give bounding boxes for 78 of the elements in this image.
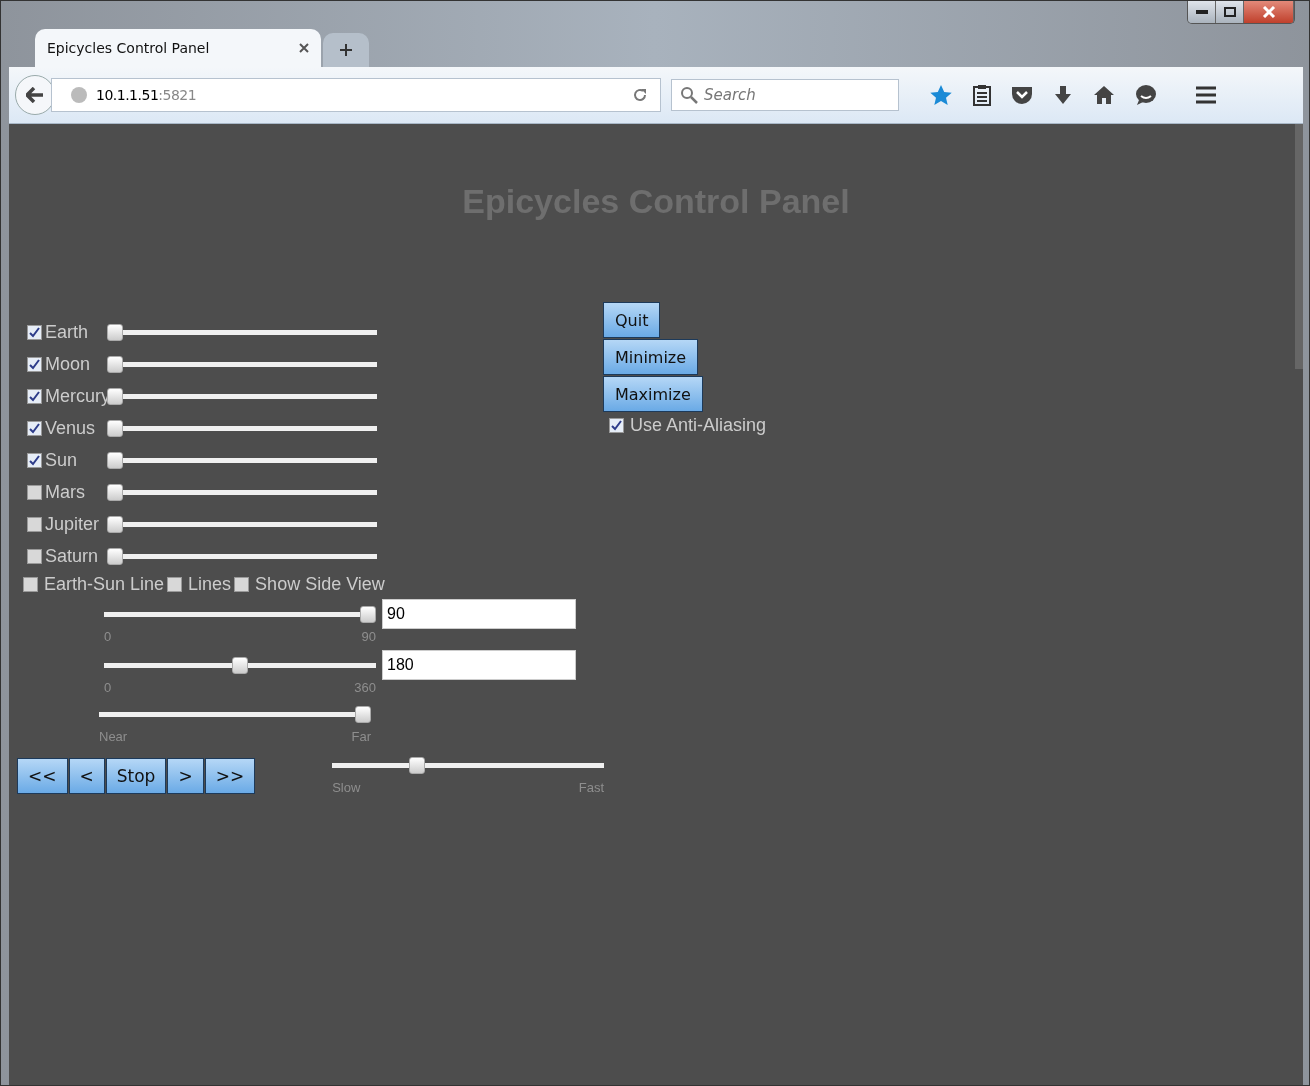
checkbox[interactable] xyxy=(27,484,42,500)
option-label: Earth-Sun Line xyxy=(44,574,165,595)
range-max-label: Far xyxy=(351,729,371,744)
checkbox[interactable] xyxy=(27,452,42,468)
download-icon[interactable] xyxy=(1053,85,1073,105)
slider-thumb[interactable] xyxy=(107,387,123,405)
star-icon[interactable] xyxy=(929,84,953,106)
planet-label: Mars xyxy=(45,481,86,503)
new-tab-button[interactable] xyxy=(323,33,369,67)
close-window-button[interactable] xyxy=(1244,1,1294,23)
chat-icon[interactable] xyxy=(1135,84,1157,106)
slider-thumb[interactable] xyxy=(107,547,123,565)
option-label: Use Anti-Aliasing xyxy=(630,415,767,436)
slider-thumb[interactable] xyxy=(408,756,425,774)
planet-label: Sun xyxy=(45,449,79,471)
clipboard-icon[interactable] xyxy=(973,84,991,106)
speed-max-label: Fast xyxy=(578,780,605,795)
speed-min-label: Slow xyxy=(332,780,361,795)
close-icon[interactable] xyxy=(299,43,309,53)
option-label: Lines xyxy=(188,574,232,595)
menu-icon[interactable] xyxy=(1195,86,1217,104)
playback-button[interactable]: >> xyxy=(204,758,256,794)
window-button[interactable]: Quit xyxy=(603,302,661,338)
url-text: 10.1.1.51:5821 xyxy=(96,87,198,103)
planet-label: Earth xyxy=(45,321,90,343)
value-field[interactable]: 180 xyxy=(382,650,576,680)
slider-thumb[interactable] xyxy=(355,705,371,723)
search-field[interactable]: Search xyxy=(671,79,899,111)
search-icon xyxy=(680,86,698,104)
back-arrow-icon xyxy=(26,87,44,103)
option-label: Show Side View xyxy=(255,574,385,595)
checkbox[interactable] xyxy=(23,577,38,592)
slider-thumb[interactable] xyxy=(107,355,123,373)
home-icon[interactable] xyxy=(1093,85,1115,105)
checkbox[interactable] xyxy=(27,516,42,532)
checkbox[interactable] xyxy=(167,577,183,592)
minimize-window-button[interactable] xyxy=(1188,1,1216,23)
slider-thumb[interactable] xyxy=(107,451,123,469)
value-field[interactable]: 90 xyxy=(382,599,576,629)
planet-label: Venus xyxy=(45,417,97,439)
window-button[interactable]: Minimize xyxy=(603,339,699,375)
range-max-label: 90 xyxy=(361,629,376,644)
slider-thumb[interactable] xyxy=(232,656,248,674)
range-min-label: 0 xyxy=(104,680,112,695)
playback-button[interactable]: < xyxy=(68,758,105,794)
slider-thumb[interactable] xyxy=(360,605,376,623)
checkbox[interactable] xyxy=(27,324,42,340)
checkbox[interactable] xyxy=(27,388,42,404)
maximize-icon xyxy=(1223,7,1236,17)
checkbox[interactable] xyxy=(27,356,42,372)
plus-icon xyxy=(339,43,353,57)
pocket-icon[interactable] xyxy=(1011,85,1033,105)
browser-tab[interactable]: Epicycles Control Panel xyxy=(35,29,321,67)
checkbox[interactable] xyxy=(27,420,42,436)
playback-button[interactable]: << xyxy=(17,758,68,794)
range-max-label: 360 xyxy=(354,680,376,695)
checkbox[interactable] xyxy=(234,577,250,592)
slider-thumb[interactable] xyxy=(107,515,123,533)
playback-button[interactable]: Stop xyxy=(105,758,167,794)
slider-thumb[interactable] xyxy=(107,323,123,341)
address-bar[interactable]: 10.1.1.51:5821 xyxy=(51,78,661,112)
reload-icon[interactable] xyxy=(632,87,648,103)
scrollbar[interactable] xyxy=(1295,124,1303,369)
checkbox[interactable] xyxy=(609,418,624,433)
range-min-label: Near xyxy=(99,729,128,744)
playback-button[interactable]: > xyxy=(167,758,204,794)
maximize-window-button[interactable] xyxy=(1216,1,1244,23)
planet-label: Mercury xyxy=(45,385,107,407)
planet-label: Jupiter xyxy=(45,513,101,535)
slider-thumb[interactable] xyxy=(107,483,123,501)
close-icon xyxy=(1261,6,1276,18)
planet-label: Moon xyxy=(45,353,92,375)
checkbox[interactable] xyxy=(27,548,42,564)
slider-thumb[interactable] xyxy=(107,419,123,437)
planet-label: Saturn xyxy=(45,545,100,567)
window-button[interactable]: Maximize xyxy=(603,376,703,412)
range-min-label: 0 xyxy=(104,629,112,644)
minimize-icon xyxy=(1195,10,1208,14)
